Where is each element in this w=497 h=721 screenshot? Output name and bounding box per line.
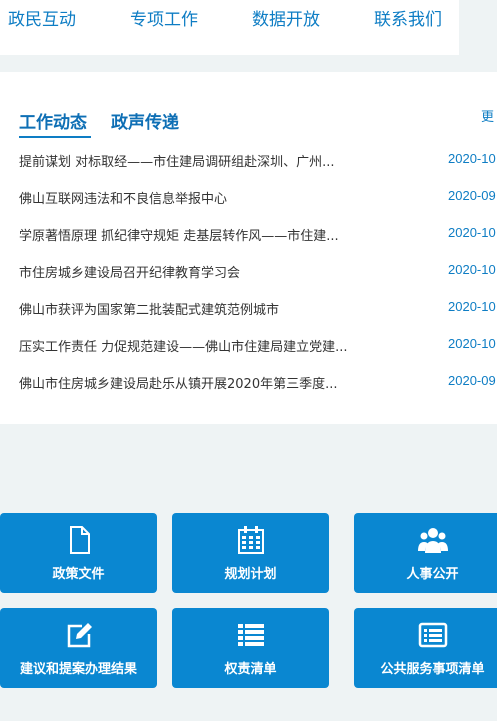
- nav-item-special-work[interactable]: 专项工作: [130, 5, 198, 30]
- tile-label: 建议和提案办理结果: [19, 662, 137, 677]
- list-item[interactable]: 压实工作责任 力促规范建设——佛山市住建局建立党建... 2020-10: [19, 336, 497, 358]
- service-tile-personnel[interactable]: 人事公开: [354, 513, 497, 593]
- service-tile-policy-docs[interactable]: 政策文件: [0, 513, 157, 593]
- calendar-icon: [237, 526, 264, 554]
- news-title[interactable]: 压实工作责任 力促规范建设——佛山市住建局建立党建...: [19, 336, 348, 355]
- nav-item-open-data[interactable]: 数据开放: [252, 5, 320, 30]
- users-icon: [417, 528, 448, 553]
- tile-label: 权责清单: [224, 662, 277, 677]
- news-date: 2020-10: [448, 225, 496, 240]
- news-date: 2020-09: [448, 373, 496, 388]
- tile-label: 公共服务事项清单: [380, 662, 485, 677]
- news-title[interactable]: 市住房城乡建设局召开纪律教育学习会: [19, 262, 240, 281]
- news-date: 2020-10: [448, 299, 496, 314]
- service-tile-proposals[interactable]: 建议和提案办理结果: [0, 608, 157, 688]
- nav-item-interaction[interactable]: 政民互动: [8, 5, 76, 30]
- tile-label: 政策文件: [52, 567, 105, 582]
- list-item[interactable]: 佛山市获评为国家第二批装配式建筑范例城市 2020-10: [19, 299, 497, 321]
- service-tile-responsibility-list[interactable]: 权责清单: [172, 608, 329, 688]
- more-link[interactable]: 更: [481, 106, 494, 125]
- edit-icon: [67, 623, 92, 648]
- active-tab-underline: [19, 136, 91, 138]
- list-alt-icon: [418, 622, 447, 648]
- list-item[interactable]: 市住房城乡建设局召开纪律教育学习会 2020-10: [19, 262, 497, 284]
- top-nav: 政民互动 专项工作 数据开放 联系我们: [0, 0, 459, 55]
- news-title[interactable]: 佛山市住房城乡建设局赴乐从镇开展2020年第三季度...: [19, 373, 337, 392]
- service-tile-planning[interactable]: 规划计划: [172, 513, 329, 593]
- news-date: 2020-10: [448, 262, 496, 277]
- list-item[interactable]: 佛山互联网违法和不良信息举报中心 2020-09: [19, 188, 497, 210]
- news-date: 2020-09: [448, 188, 496, 203]
- tile-label: 规划计划: [224, 567, 277, 582]
- news-title[interactable]: 学原著悟原理 抓纪律守规矩 走基层转作风——市住建...: [19, 225, 339, 244]
- list-item[interactable]: 佛山市住房城乡建设局赴乐从镇开展2020年第三季度... 2020-09: [19, 373, 497, 395]
- document-icon: [69, 526, 90, 554]
- nav-item-contact[interactable]: 联系我们: [374, 5, 442, 30]
- news-date: 2020-10: [448, 336, 496, 351]
- news-panel: 工作动态 政声传递 更 提前谋划 对标取经——市住建局调研组赴深圳、广州... …: [0, 72, 497, 424]
- news-title[interactable]: 佛山市获评为国家第二批装配式建筑范例城市: [19, 299, 279, 318]
- tab-work-news[interactable]: 工作动态: [19, 108, 87, 133]
- news-date: 2020-10: [448, 151, 496, 166]
- list-item[interactable]: 学原著悟原理 抓纪律守规矩 走基层转作风——市住建... 2020-10: [19, 225, 497, 247]
- list-icon: [237, 624, 264, 646]
- tile-label: 人事公开: [406, 567, 459, 582]
- tab-policy-voice[interactable]: 政声传递: [111, 108, 179, 133]
- service-tile-public-services[interactable]: 公共服务事项清单: [354, 608, 497, 688]
- list-item[interactable]: 提前谋划 对标取经——市住建局调研组赴深圳、广州... 2020-10: [19, 151, 497, 173]
- news-title[interactable]: 佛山互联网违法和不良信息举报中心: [19, 188, 227, 207]
- news-title[interactable]: 提前谋划 对标取经——市住建局调研组赴深圳、广州...: [19, 151, 335, 170]
